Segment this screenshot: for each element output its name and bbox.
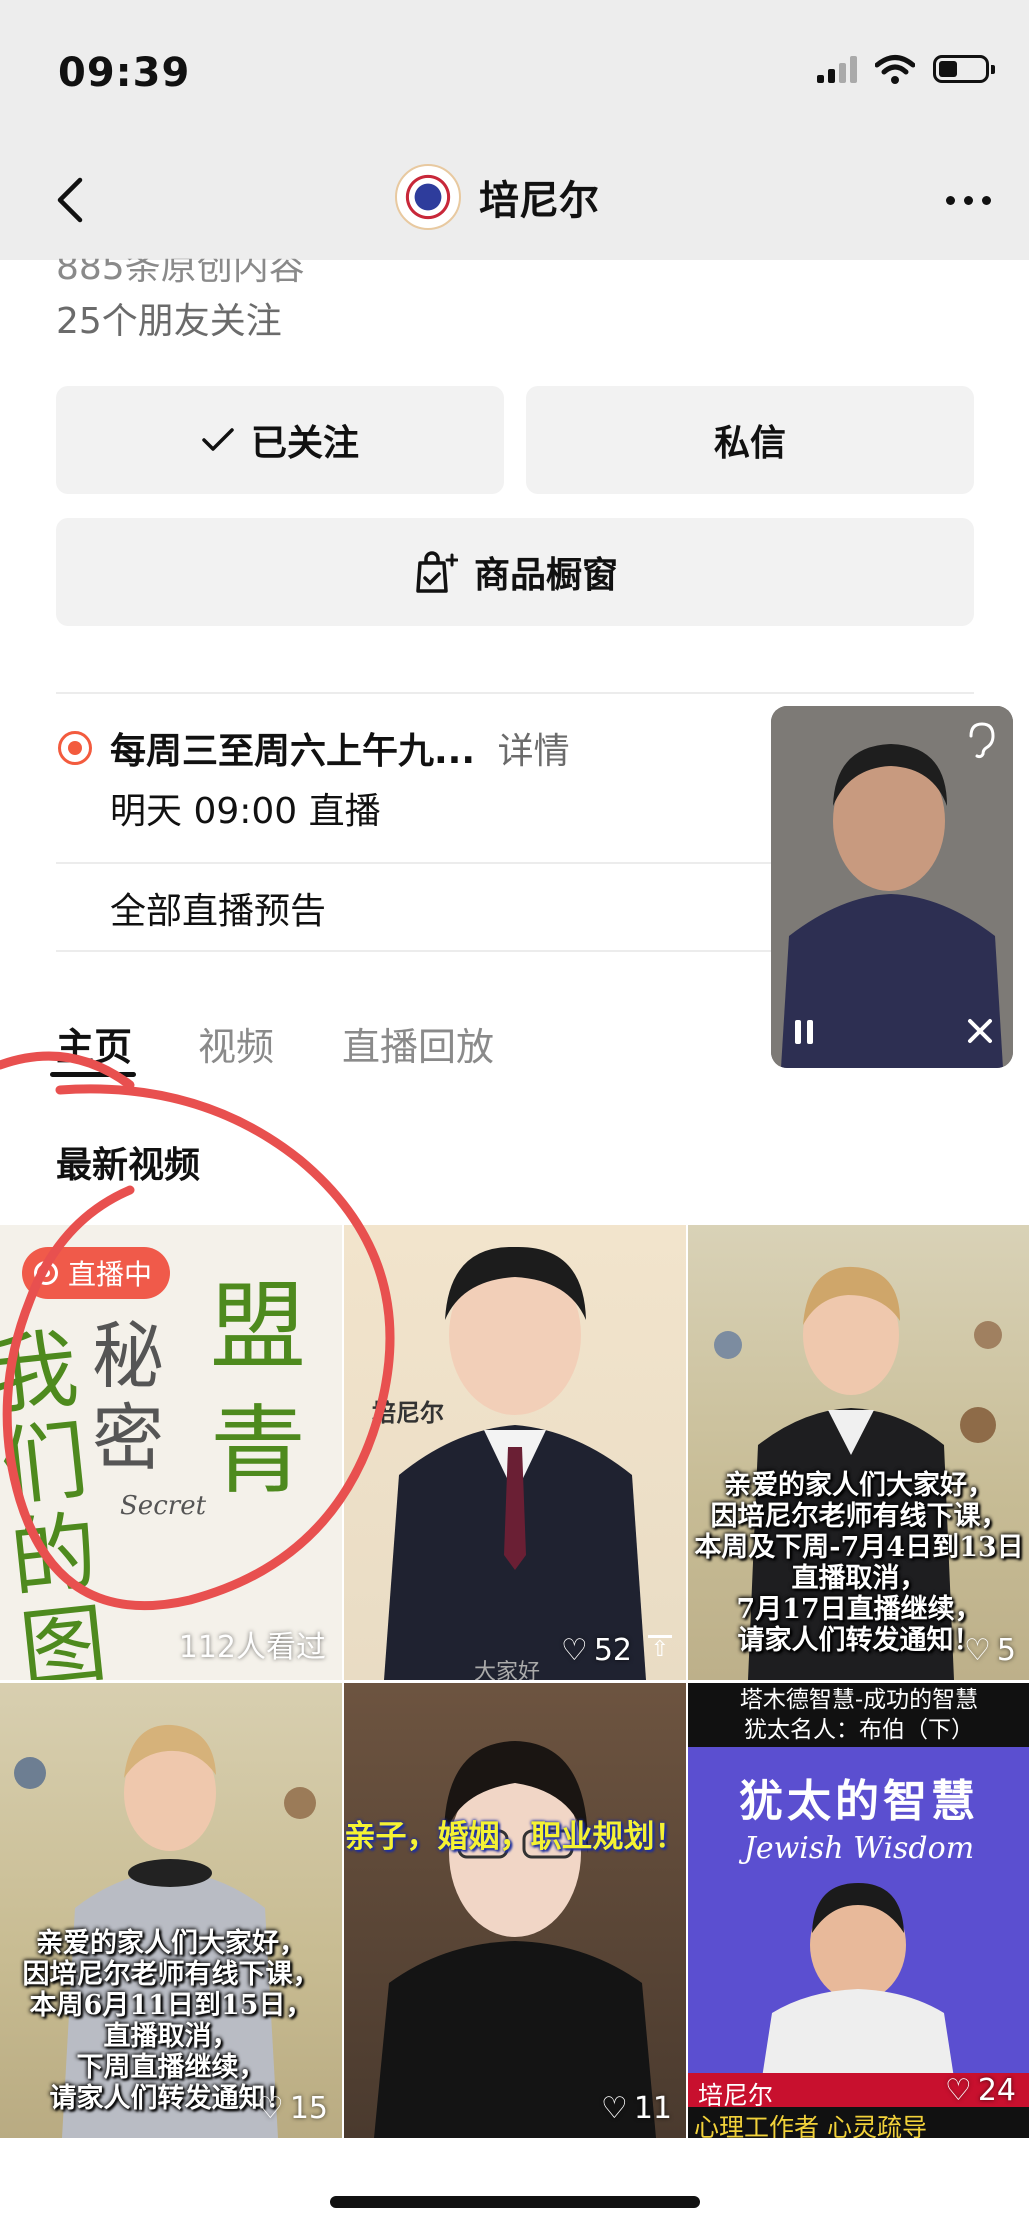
message-label: 私信	[713, 423, 786, 464]
status-bar: 09:39	[0, 0, 1029, 150]
more-icon[interactable]	[946, 196, 991, 205]
wifi-icon	[875, 55, 915, 84]
video-card[interactable]: 亲爱的家人们大家好， 因培尼尔老师有线下课， 本周及下周-7月4日到13日 直播…	[688, 1225, 1029, 1680]
pin-top-icon: ⇧	[648, 1635, 672, 1666]
live-video-frame	[771, 706, 1013, 1068]
section-title: 最新视频	[56, 1145, 201, 1186]
overlay-line: 7月17日直播继续，	[736, 1594, 982, 1625]
back-icon[interactable]	[42, 170, 102, 230]
cellular-signal-icon	[817, 55, 857, 83]
calligraphy-secret: Secret	[120, 1491, 207, 1521]
heart-icon: ♡	[600, 2091, 628, 2126]
floating-live-window[interactable]	[771, 706, 1013, 1068]
followed-button[interactable]: 已关注	[56, 386, 504, 494]
showcase-button[interactable]: 商品橱窗	[56, 518, 974, 626]
likes-count: 15	[289, 2091, 328, 2126]
live-schedule-text: 每周三至周六上午九...	[110, 731, 476, 772]
video-text-overlay: 亲爱的家人们大家好， 因培尼尔老师有线下课， 本周6月11日到15日， 直播取消…	[0, 1928, 342, 2114]
video-likes: ♡ 11	[601, 2091, 672, 2126]
presenter-caption: 心理工作者 心灵疏导	[694, 2113, 927, 2138]
next-live-time: 明天 09:00 直播	[110, 791, 381, 832]
heart-icon: ♡	[944, 2073, 972, 2108]
live-badge-label: 直播中	[68, 1258, 153, 1291]
check-icon	[202, 428, 234, 451]
active-tab-indicator	[50, 1072, 136, 1077]
showcase-label: 商品橱窗	[473, 555, 618, 596]
video-card[interactable]: 塔木德智慧-成功的智慧 犹太名人：布伯（下） 犹太的智慧 Jewish Wisd…	[688, 1683, 1029, 2138]
overlay-line: 本周6月11日到15日，	[29, 1990, 313, 2021]
video-likes: ♡ 15	[257, 2091, 328, 2126]
status-icons	[817, 54, 995, 84]
nav-account[interactable]: 培尼尔	[395, 164, 599, 230]
heart-icon: ♡	[560, 1633, 588, 1668]
overlay-line: 直播取消，	[103, 2021, 239, 2052]
live-details-link[interactable]: 详情	[498, 731, 570, 772]
video-likes: ♡ 24	[945, 2073, 1016, 2108]
video-card[interactable]: 亲子，婚姻，职业规划！ ♡ 11	[344, 1683, 686, 2138]
tab-videos[interactable]: 视频	[198, 1016, 274, 1071]
likes-count: 11	[633, 2091, 672, 2126]
live-badge: 直播中	[22, 1247, 171, 1299]
presenter-image	[384, 1246, 646, 1680]
overlay-line: 本周及下周-7月4日到13日	[694, 1532, 1024, 1563]
calligraphy-middle: 秘密	[92, 1314, 165, 1480]
calligraphy-right: 盟青	[210, 1271, 306, 1507]
video-card[interactable]: 培尼尔 大家好 ♡ 52 ⇧	[344, 1225, 686, 1680]
likes-count: 5	[996, 1633, 1016, 1668]
live-badge-icon	[34, 1261, 58, 1285]
tab-home[interactable]: 主页	[56, 1016, 132, 1071]
followed-label: 已关注	[250, 423, 359, 464]
nav-bar: 培尼尔	[0, 150, 1029, 260]
presenter-name-tag: 培尼尔	[372, 1399, 444, 1427]
video-text-overlay: 亲爱的家人们大家好， 因培尼尔老师有线下课， 本周及下周-7月4日到13日 直播…	[688, 1470, 1029, 1656]
tab-live-replay[interactable]: 直播回放	[342, 1016, 494, 1071]
video-banner: 亲子，婚姻，职业规划！	[344, 1819, 686, 1855]
presenter-image	[688, 1883, 1029, 2138]
overlay-line: 因培尼尔老师有线下课，	[710, 1501, 1008, 1532]
presenter-name: 培尼尔	[698, 2081, 774, 2110]
page-title: 培尼尔	[479, 178, 599, 224]
heart-icon: ♡	[964, 1633, 991, 1668]
video-likes: ♡ 52	[561, 1633, 632, 1668]
pause-icon[interactable]	[795, 1020, 813, 1044]
close-icon[interactable]	[965, 1016, 995, 1046]
likes-count: 52	[593, 1633, 632, 1668]
overlay-line: 直播取消，	[791, 1563, 927, 1594]
video-bottom-caption: 大家好	[474, 1660, 541, 1680]
live-schedule[interactable]: 每周三至周六上午九... 详情	[110, 722, 570, 774]
video-card[interactable]: 亲爱的家人们大家好， 因培尼尔老师有线下课， 本周6月11日到15日， 直播取消…	[0, 1683, 342, 2138]
video-views: 112人看过	[178, 1630, 326, 1665]
status-time: 09:39	[58, 50, 191, 96]
presenter-image	[374, 1741, 656, 2138]
overlay-line: 下周直播继续，	[76, 2052, 266, 2083]
all-live-previews[interactable]: 全部直播预告	[110, 882, 326, 934]
video-card-live[interactable]: 直播中 我们的图 秘密 Secret 盟青 112人看过	[0, 1225, 342, 1680]
account-avatar	[395, 164, 461, 230]
friends-following: 25个朋友关注	[56, 301, 282, 342]
likes-count: 24	[977, 2073, 1016, 2108]
overlay-line: 因培尼尔老师有线下课，	[22, 1959, 320, 1990]
message-button[interactable]: 私信	[526, 386, 974, 494]
overlay-line: 亲爱的家人们大家好，	[724, 1470, 994, 1501]
live-record-icon	[58, 731, 92, 765]
video-likes: ♡ 5	[964, 1633, 1016, 1668]
heart-icon: ♡	[256, 2091, 284, 2126]
ear-icon[interactable]	[963, 720, 997, 760]
shopping-bag-icon	[416, 551, 458, 593]
home-indicator	[330, 2196, 700, 2208]
battery-icon	[933, 55, 995, 83]
overlay-line: 亲爱的家人们大家好，	[36, 1928, 306, 1959]
divider	[56, 692, 974, 694]
